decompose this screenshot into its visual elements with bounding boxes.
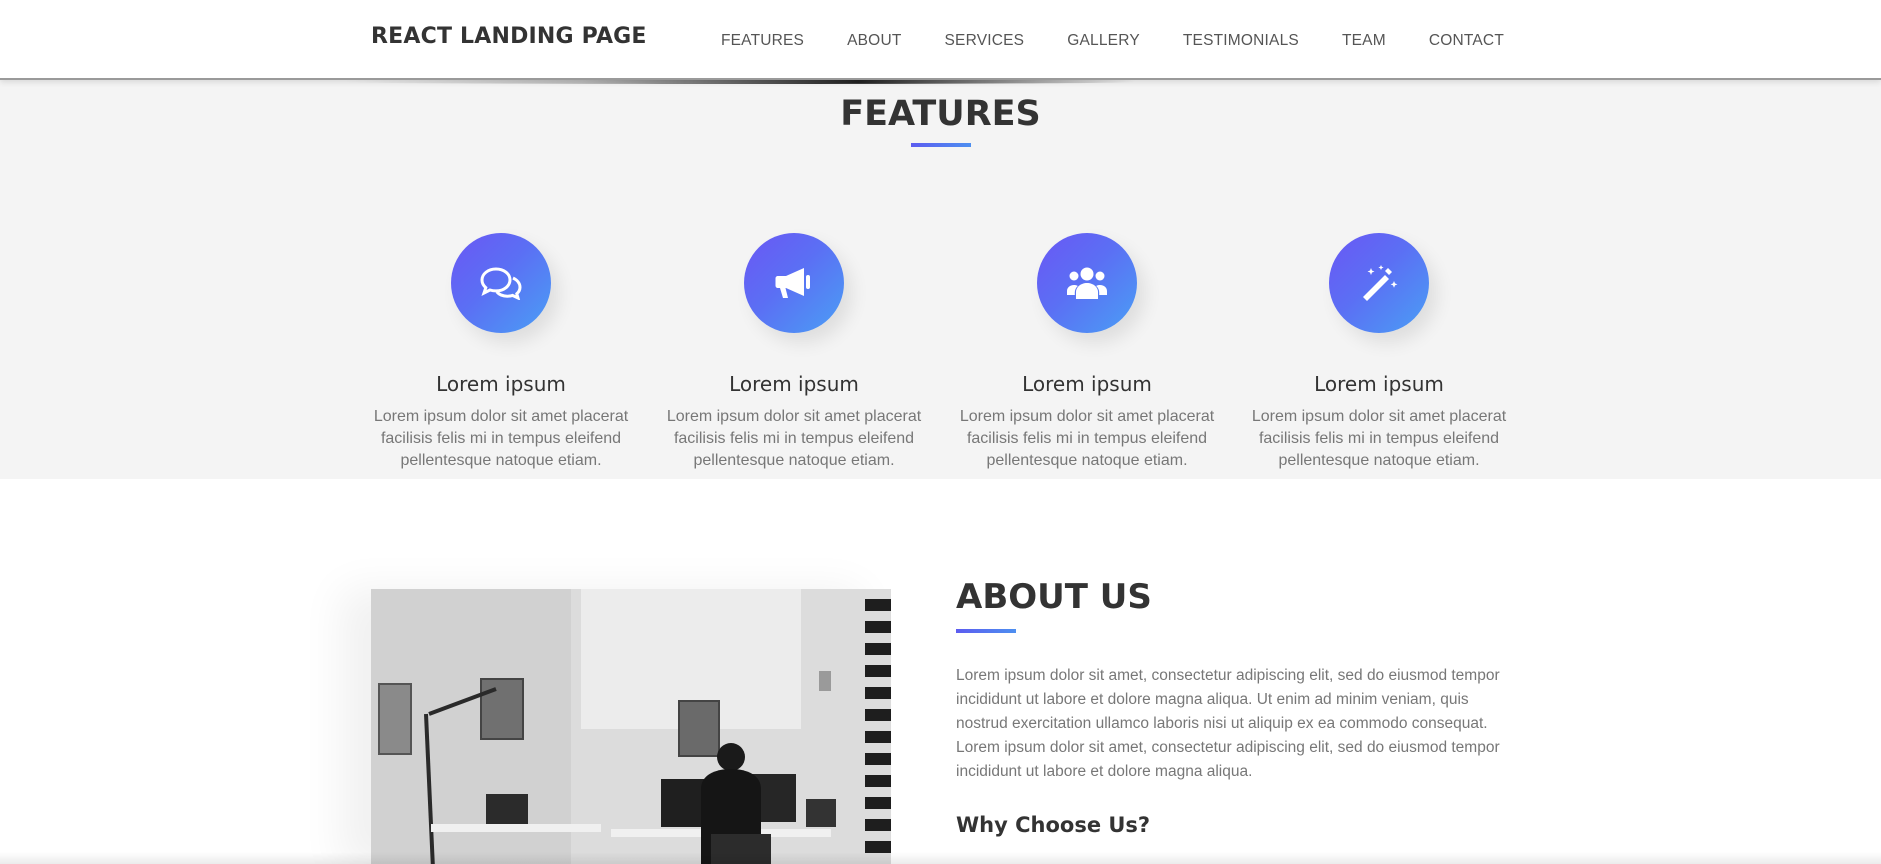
bullhorn-icon [775,268,810,298]
nav-links: FEATURES ABOUT SERVICES GALLERY TESTIMON… [721,32,1504,50]
feature-card: Lorem ipsum Lorem ipsum dolor sit amet p… [1249,233,1509,472]
nav-link-team[interactable]: TEAM [1342,32,1386,50]
features-title: FEATURES [840,94,1041,134]
brand-logo[interactable]: REACT LANDING PAGE [371,24,647,49]
navbar: REACT LANDING PAGE FEATURES ABOUT SERVIC… [0,0,1881,80]
nav-link-features[interactable]: FEATURES [721,32,804,50]
comments-icon [480,267,522,300]
feature-icon-circle [1037,233,1137,333]
office-photo [371,589,891,864]
nav-link-contact[interactable]: CONTACT [1429,32,1504,50]
feature-title: Lorem ipsum [1314,372,1444,396]
section-bottom-shadow [0,852,1881,864]
feature-text: Lorem ipsum dolor sit amet placerat faci… [666,408,922,469]
group-icon [1067,267,1107,299]
nav-link-gallery[interactable]: GALLERY [1067,32,1140,50]
magic-wand-icon [1363,265,1398,301]
features-title-underline [911,143,971,147]
feature-icon-circle [1329,233,1429,333]
about-title-underline [956,629,1016,633]
feature-text: Lorem ipsum dolor sit amet placerat faci… [373,408,629,469]
feature-card: Lorem ipsum Lorem ipsum dolor sit amet p… [664,233,924,472]
feature-text: Lorem ipsum dolor sit amet placerat faci… [1251,408,1507,469]
why-choose-us-heading: Why Choose Us? [956,813,1151,837]
nav-link-about[interactable]: ABOUT [847,32,901,50]
feature-icon-circle [451,233,551,333]
feature-card: Lorem ipsum Lorem ipsum dolor sit amet p… [957,233,1217,472]
about-text: Lorem ipsum dolor sit amet, consectetur … [956,667,1500,780]
feature-title: Lorem ipsum [729,372,859,396]
nav-link-services[interactable]: SERVICES [945,32,1025,50]
feature-title: Lorem ipsum [1022,372,1152,396]
feature-icon-circle [744,233,844,333]
feature-title: Lorem ipsum [436,372,566,396]
about-image [371,589,891,864]
hero-image-edge [345,80,1135,84]
nav-link-testimonials[interactable]: TESTIMONIALS [1183,32,1299,50]
feature-card: Lorem ipsum Lorem ipsum dolor sit amet p… [371,233,631,472]
feature-text: Lorem ipsum dolor sit amet placerat faci… [959,408,1215,469]
about-title: ABOUT US [956,577,1152,617]
features-section: FEATURES Lorem ipsum Lorem ipsum dolor s… [0,80,1881,479]
